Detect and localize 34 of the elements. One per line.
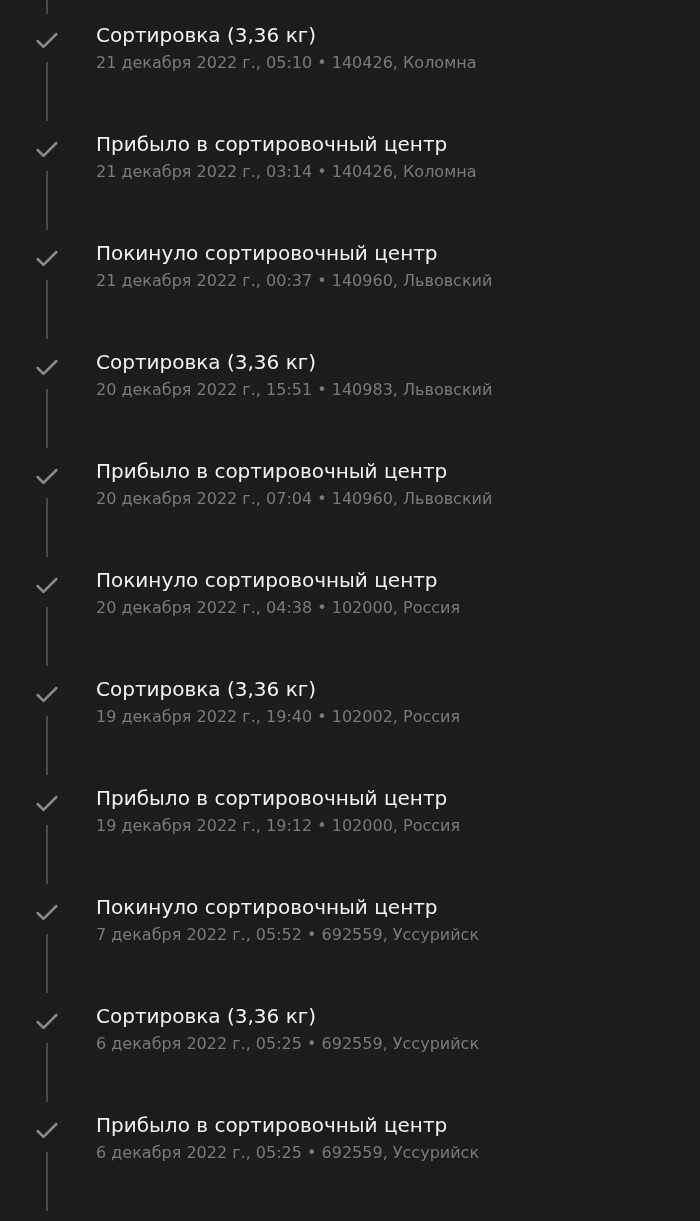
event-title: Прибыло в сортировочный центр xyxy=(96,131,449,157)
timeline-line xyxy=(46,1043,48,1102)
event-title: Сортировка (3,36 кг) xyxy=(96,676,318,702)
event-title: Прибыло в сортировочный центр xyxy=(96,458,449,484)
timeline-line xyxy=(46,825,48,884)
event-details: 21 декабря 2022 г., 03:14 • 140426, Коломна xyxy=(96,161,477,183)
timeline-line xyxy=(46,0,48,14)
event-details: 21 декабря 2022 г., 00:37 • 140960, Львовский xyxy=(96,270,493,292)
event-details: 7 декабря 2022 г., 05:52 • 692559, Уссурийск xyxy=(96,924,480,946)
timeline-line xyxy=(46,280,48,339)
event-details: 20 декабря 2022 г., 07:04 • 140960, Львовский xyxy=(96,488,493,510)
timeline-line xyxy=(46,171,48,230)
event-title: Сортировка (3,36 кг) xyxy=(96,22,318,48)
event-details: 20 декабря 2022 г., 04:38 • 102000, Россия xyxy=(96,597,461,619)
event-details: 6 декабря 2022 г., 05:25 • 692559, Уссурийск xyxy=(96,1033,480,1055)
event-details: 19 декабря 2022 г., 19:40 • 102002, Россия xyxy=(96,706,461,728)
event-details: 21 декабря 2022 г., 05:10 • 140426, Коломна xyxy=(96,52,477,74)
event-title: Покинуло сортировочный центр xyxy=(96,240,439,266)
timeline-line xyxy=(46,1152,48,1211)
event-title: Прибыло в сортировочный центр xyxy=(96,785,449,811)
event-title: Сортировка (3,36 кг) xyxy=(96,1003,318,1029)
timeline-line xyxy=(46,62,48,121)
timeline-line xyxy=(46,934,48,993)
event-details: 6 декабря 2022 г., 05:25 • 692559, Уссурийск xyxy=(96,1142,480,1164)
event-title: Прибыло в сортировочный центр xyxy=(96,1112,449,1138)
event-title: Покинуло сортировочный центр xyxy=(96,894,439,920)
timeline-line xyxy=(46,607,48,666)
event-details: 19 декабря 2022 г., 19:12 • 102000, Россия xyxy=(96,815,461,837)
timeline-line xyxy=(46,498,48,557)
timeline-line xyxy=(46,389,48,448)
timeline-line xyxy=(46,716,48,775)
event-title: Покинуло сортировочный центр xyxy=(96,567,439,593)
event-title: Сортировка (3,36 кг) xyxy=(96,349,318,375)
event-details: 20 декабря 2022 г., 15:51 • 140983, Львовский xyxy=(96,379,493,401)
